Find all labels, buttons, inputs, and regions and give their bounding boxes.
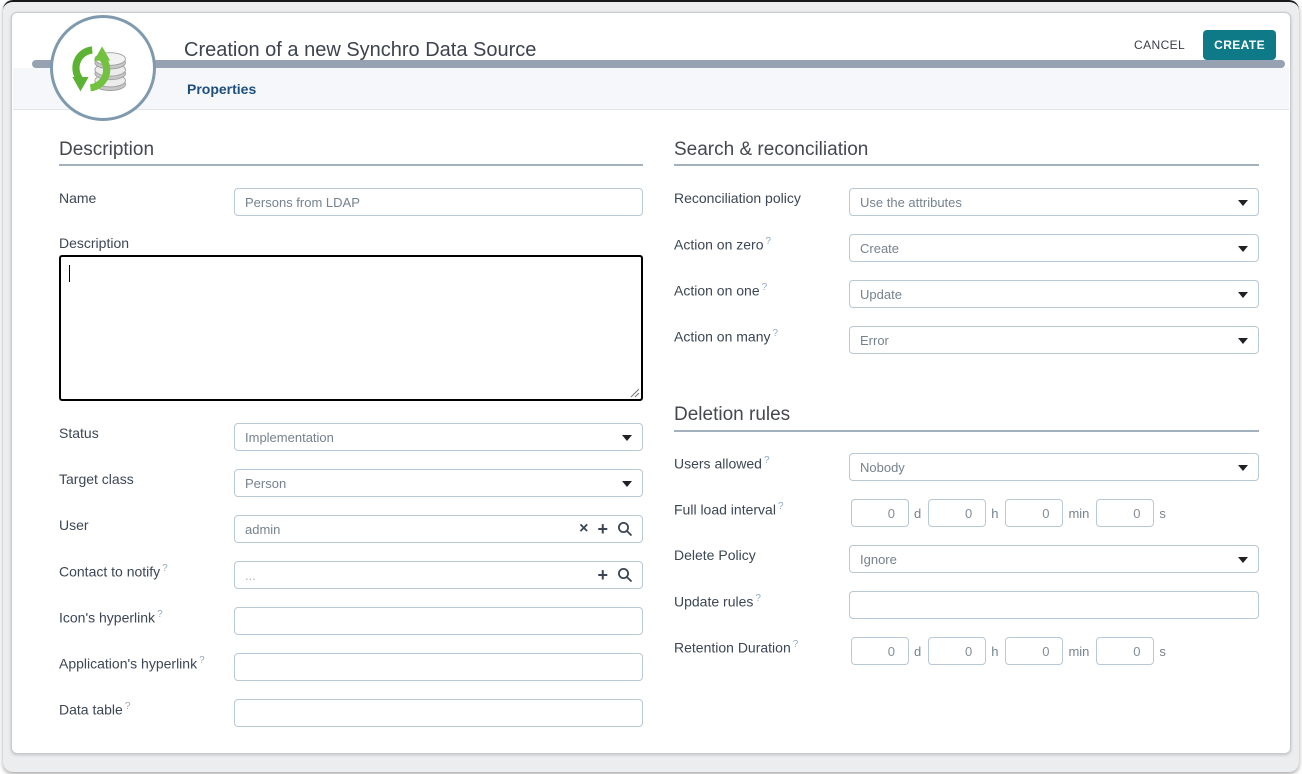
delete-policy-select[interactable]: Ignore [849, 545, 1259, 573]
synchro-data-source-icon [50, 15, 156, 121]
help-icon: ? [199, 655, 205, 666]
help-icon: ? [755, 593, 761, 604]
action-on-many-select[interactable]: Error [849, 326, 1259, 354]
full-load-days-input[interactable] [851, 499, 909, 527]
search-icon[interactable] [617, 567, 633, 583]
description-textarea[interactable] [59, 255, 643, 401]
contact-to-notify-input[interactable] [237, 568, 597, 583]
action-on-zero-select[interactable]: Create [849, 234, 1259, 262]
tab-properties[interactable]: Properties [187, 68, 256, 110]
status-label: Status [59, 425, 99, 441]
combo-actions: + [597, 566, 633, 584]
retention-days-input[interactable] [851, 637, 909, 665]
retention-duration-label: Retention Duration? [674, 639, 798, 656]
update-rules-label: Update rules? [674, 593, 761, 610]
reconciliation-policy-select[interactable]: Use the attributes [849, 188, 1259, 216]
help-icon: ? [773, 328, 779, 339]
update-rules-input[interactable] [849, 591, 1259, 619]
contact-to-notify-label: Contact to notify? [59, 563, 168, 580]
retention-hours-input[interactable] [928, 637, 986, 665]
chevron-down-icon [1238, 246, 1248, 252]
section-title-deletion-rules: Deletion rules [674, 404, 790, 426]
name-label: Name [59, 190, 96, 206]
delete-policy-label: Delete Policy [674, 547, 756, 563]
help-icon: ? [793, 639, 799, 650]
text-cursor [69, 265, 70, 282]
section-title-description: Description [59, 139, 154, 161]
description-label: Description [59, 235, 129, 251]
help-icon: ? [125, 701, 131, 712]
help-icon: ? [162, 563, 168, 574]
header-actions: CANCEL CREATE [1134, 32, 1276, 58]
full-load-minutes-input[interactable] [1005, 499, 1063, 527]
full-load-interval-label: Full load interval? [674, 501, 784, 518]
user-input[interactable] [237, 522, 579, 537]
full-load-seconds-input[interactable] [1096, 499, 1154, 527]
contact-to-notify-combo: + [234, 561, 643, 589]
chevron-down-icon [1238, 338, 1248, 344]
cancel-button[interactable]: CANCEL [1134, 38, 1185, 52]
create-button[interactable]: CREATE [1203, 30, 1276, 60]
chevron-down-icon [1238, 200, 1248, 206]
help-icon: ? [766, 236, 772, 247]
chevron-down-icon [1238, 465, 1248, 471]
add-icon[interactable]: + [597, 520, 608, 538]
user-combo: × + [234, 515, 643, 543]
retention-duration-duration: d h min s [851, 637, 1168, 665]
help-icon: ? [762, 282, 768, 293]
clear-icon[interactable]: × [579, 521, 588, 537]
status-select[interactable]: Implementation [234, 423, 643, 451]
users-allowed-select[interactable]: Nobody [849, 453, 1259, 481]
data-table-input[interactable] [234, 699, 643, 727]
application-hyperlink-label: Application's hyperlink? [59, 655, 205, 672]
icon-hyperlink-input[interactable] [234, 607, 643, 635]
retention-seconds-input[interactable] [1096, 637, 1154, 665]
tab-bar: Properties [13, 68, 1289, 110]
data-table-label: Data table? [59, 701, 130, 718]
chevron-down-icon [622, 435, 632, 441]
target-class-label: Target class [59, 471, 134, 487]
retention-minutes-input[interactable] [1005, 637, 1063, 665]
add-icon[interactable]: + [597, 566, 608, 584]
search-icon[interactable] [617, 521, 633, 537]
chevron-down-icon [622, 481, 632, 487]
section-rule [59, 164, 643, 166]
icon-hyperlink-label: Icon's hyperlink? [59, 609, 163, 626]
help-icon: ? [764, 455, 770, 466]
name-input[interactable] [234, 188, 643, 216]
user-label: User [59, 517, 89, 533]
application-hyperlink-input[interactable] [234, 653, 643, 681]
action-on-many-label: Action on many? [674, 328, 778, 345]
target-class-select[interactable]: Person [234, 469, 643, 497]
resize-grip-icon[interactable] [629, 387, 640, 398]
page-title: Creation of a new Synchro Data Source [184, 39, 536, 62]
section-rule [674, 164, 1259, 166]
action-on-one-label: Action on one? [674, 282, 767, 299]
screen: Creation of a new Synchro Data Source CA… [0, 0, 1302, 774]
database-sync-icon [67, 32, 139, 104]
full-load-interval-duration: d h min s [851, 499, 1168, 527]
window-frame: Creation of a new Synchro Data Source CA… [3, 0, 1299, 772]
reconciliation-policy-label: Reconciliation policy [674, 190, 801, 206]
action-on-zero-label: Action on zero? [674, 236, 771, 253]
chevron-down-icon [1238, 292, 1248, 298]
full-load-hours-input[interactable] [928, 499, 986, 527]
creation-form-card: Creation of a new Synchro Data Source CA… [11, 12, 1291, 754]
help-icon: ? [778, 501, 784, 512]
section-rule [674, 430, 1259, 432]
users-allowed-label: Users allowed? [674, 455, 770, 472]
chevron-down-icon [1238, 557, 1248, 563]
help-icon: ? [157, 609, 163, 620]
action-on-one-select[interactable]: Update [849, 280, 1259, 308]
combo-actions: × + [579, 520, 633, 538]
section-title-search-reconciliation: Search & reconciliation [674, 139, 868, 161]
